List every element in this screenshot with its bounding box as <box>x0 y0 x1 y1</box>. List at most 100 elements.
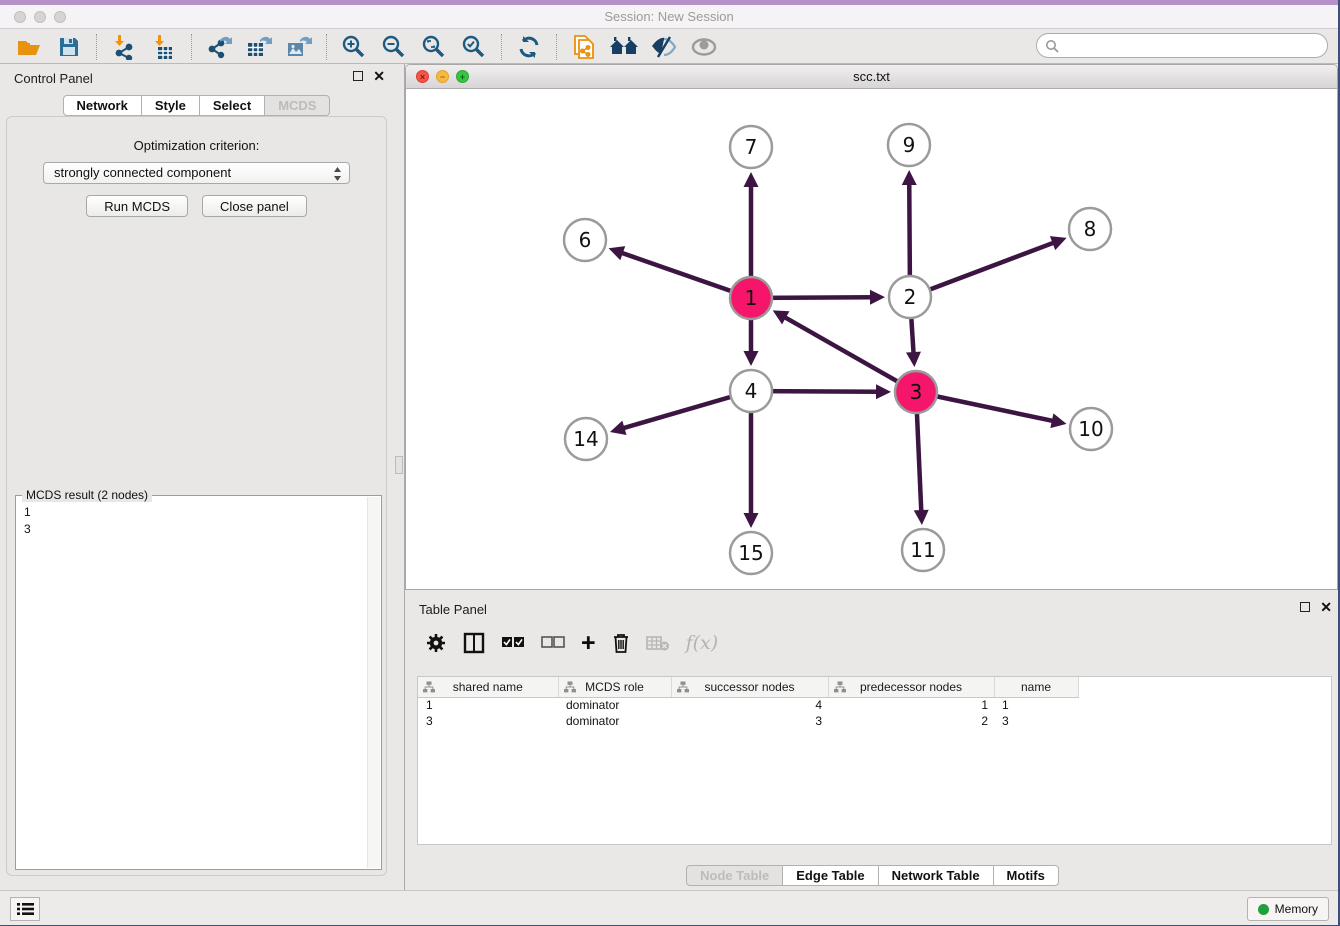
node-2[interactable]: 2 <box>889 276 931 318</box>
svg-text:11: 11 <box>910 538 935 562</box>
column-layout-icon[interactable] <box>463 629 485 657</box>
deselect-all-rows-icon[interactable] <box>541 629 565 657</box>
table-header-row[interactable]: shared nameMCDS rolesuccessor nodesprede… <box>418 677 1331 697</box>
zoom-fit-icon[interactable] <box>417 33 451 61</box>
header-filler <box>1078 677 1331 697</box>
search-input[interactable] <box>1065 39 1327 53</box>
node-6[interactable]: 6 <box>564 219 606 261</box>
result-scrollbar[interactable] <box>367 497 380 868</box>
task-history-button[interactable] <box>10 897 40 921</box>
close-panel-icon[interactable]: ✕ <box>373 71 385 81</box>
node-8[interactable]: 8 <box>1069 208 1111 250</box>
cell-predecessor-nodes[interactable]: 2 <box>828 713 994 729</box>
memory-label: Memory <box>1275 902 1318 916</box>
refresh-icon[interactable] <box>512 33 546 61</box>
edge-1-6[interactable] <box>609 246 751 298</box>
tab-motifs[interactable]: Motifs <box>993 865 1059 886</box>
float-table-panel-icon[interactable] <box>1300 602 1310 612</box>
svg-text:4: 4 <box>745 379 758 403</box>
import-network-icon[interactable] <box>107 33 141 61</box>
cell-shared-name[interactable]: 3 <box>418 713 558 729</box>
table-row[interactable]: 3dominator323 <box>418 713 1331 729</box>
cell-name[interactable]: 3 <box>994 713 1078 729</box>
toolbar-separator <box>326 34 327 60</box>
node-10[interactable]: 10 <box>1070 408 1112 450</box>
list-icon <box>17 902 34 916</box>
column-header-predecessor-nodes[interactable]: predecessor nodes <box>828 677 994 697</box>
close-panel-button[interactable]: Close panel <box>202 195 307 217</box>
import-table-icon[interactable] <box>147 33 181 61</box>
vertical-splitter[interactable] <box>393 64 405 890</box>
tab-mcds[interactable]: MCDS <box>264 95 330 116</box>
node-4[interactable]: 4 <box>730 370 772 412</box>
node-7[interactable]: 7 <box>730 126 772 168</box>
table-tabs: Node TableEdge TableNetwork TableMotifs <box>405 865 1340 886</box>
tab-network-table[interactable]: Network Table <box>878 865 994 886</box>
column-header-shared-name[interactable]: shared name <box>418 677 558 697</box>
show-all-eye-icon[interactable] <box>687 33 721 61</box>
mcds-result-box: MCDS result (2 nodes) 1 3 <box>15 495 382 870</box>
close-table-panel-icon[interactable]: ✕ <box>1320 602 1332 612</box>
export-table-icon[interactable] <box>242 33 276 61</box>
search-field[interactable] <box>1036 33 1328 58</box>
memory-button[interactable]: Memory <box>1247 897 1329 921</box>
delete-table-icon[interactable] <box>646 629 670 657</box>
export-image-icon[interactable] <box>282 33 316 61</box>
mcds-result-title: MCDS result (2 nodes) <box>22 488 152 502</box>
node-11[interactable]: 11 <box>902 529 944 571</box>
svg-text:6: 6 <box>579 228 592 252</box>
apply-function-icon[interactable]: f(x) <box>686 629 719 657</box>
home-icon[interactable] <box>607 33 641 61</box>
svg-text:7: 7 <box>745 135 758 159</box>
column-header-successor-nodes[interactable]: successor nodes <box>671 677 828 697</box>
table-row[interactable]: 1dominator411 <box>418 697 1331 713</box>
run-mcds-button[interactable]: Run MCDS <box>86 195 188 217</box>
svg-text:1: 1 <box>745 286 758 310</box>
tab-node-table[interactable]: Node Table <box>686 865 783 886</box>
column-header-name[interactable]: name <box>994 677 1078 697</box>
delete-column-trash-icon[interactable] <box>612 629 630 657</box>
edge-3-1[interactable] <box>773 310 916 392</box>
add-column-icon[interactable]: + <box>581 629 596 657</box>
network-graph[interactable]: 7 9 6 8 1 2 4 3 14 10 15 11 <box>406 89 1338 590</box>
table-settings-gear-icon[interactable] <box>425 629 447 657</box>
network-canvas[interactable]: 7 9 6 8 1 2 4 3 14 10 15 11 <box>406 89 1337 590</box>
zoom-out-icon[interactable] <box>377 33 411 61</box>
node-table[interactable]: shared nameMCDS rolesuccessor nodesprede… <box>417 676 1332 845</box>
criterion-select[interactable]: strongly connected component <box>43 162 350 184</box>
cell-name[interactable]: 1 <box>994 697 1078 713</box>
svg-text:2: 2 <box>904 285 917 309</box>
tab-select[interactable]: Select <box>199 95 265 116</box>
cell-successor-nodes[interactable]: 4 <box>671 697 828 713</box>
node-1[interactable]: 1 <box>730 277 772 319</box>
node-15[interactable]: 15 <box>730 532 772 574</box>
control-panel-title: Control Panel <box>14 71 93 86</box>
column-header-MCDS-role[interactable]: MCDS role <box>558 677 671 697</box>
float-panel-icon[interactable] <box>353 71 363 81</box>
zoom-in-icon[interactable] <box>337 33 371 61</box>
tab-network[interactable]: Network <box>63 95 142 116</box>
export-network-icon[interactable] <box>202 33 236 61</box>
svg-text:8: 8 <box>1084 217 1097 241</box>
hide-selected-eye-icon[interactable] <box>647 33 681 61</box>
cell-MCDS-role[interactable]: dominator <box>558 713 671 729</box>
cell-predecessor-nodes[interactable]: 1 <box>828 697 994 713</box>
node-3[interactable]: 3 <box>895 371 937 413</box>
search-icon <box>1045 39 1059 53</box>
select-all-rows-icon[interactable] <box>501 629 525 657</box>
save-session-icon[interactable] <box>52 33 86 61</box>
duplicate-network-icon[interactable] <box>567 33 601 61</box>
node-14[interactable]: 14 <box>565 418 607 460</box>
tab-style[interactable]: Style <box>141 95 200 116</box>
node-9[interactable]: 9 <box>888 124 930 166</box>
open-session-icon[interactable] <box>12 33 46 61</box>
svg-text:14: 14 <box>573 427 598 451</box>
tab-edge-table[interactable]: Edge Table <box>782 865 878 886</box>
zoom-selected-icon[interactable] <box>457 33 491 61</box>
edge-3-10[interactable] <box>916 392 1067 428</box>
cell-shared-name[interactable]: 1 <box>418 697 558 713</box>
cell-MCDS-role[interactable]: dominator <box>558 697 671 713</box>
splitter-grip[interactable] <box>395 456 403 474</box>
edge-2-8[interactable] <box>910 236 1067 297</box>
cell-successor-nodes[interactable]: 3 <box>671 713 828 729</box>
